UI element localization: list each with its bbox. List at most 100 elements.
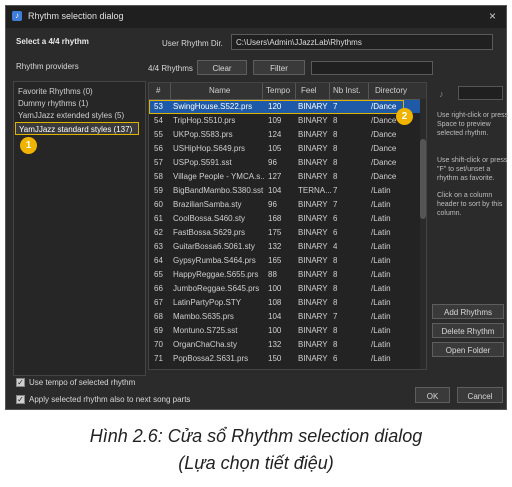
table-row[interactable]: 66 JumboReggae.S645.prs 100 BINARY 8/Latin <box>149 282 421 295</box>
table-cell: BINARY <box>298 200 328 209</box>
table-cell: 61 <box>154 214 163 223</box>
table-row[interactable]: 58 Village People - YMCA.s... 127 BINARY 8/D… <box>149 170 421 183</box>
column-header-directory[interactable]: Directory <box>375 86 407 95</box>
table-cell: 175 <box>268 228 282 237</box>
table-cell: /Latin <box>371 340 391 349</box>
table-cell: UKPop.S583.prs <box>173 130 233 139</box>
provider-item-selected[interactable]: YamJJazz standard styles (137) <box>15 122 139 135</box>
table-row[interactable]: 59 BigBandMambo.S380.sst 104 TERNA... 7/Lati… <box>149 184 421 197</box>
cancel-button[interactable]: Cancel <box>457 387 503 403</box>
providers-label: Rhythm providers <box>16 62 79 71</box>
table-cell: 8 <box>333 172 338 181</box>
table-cell: PopBossa2.S631.prs <box>173 354 249 363</box>
table-cell: /Latin <box>371 228 391 237</box>
table-row[interactable]: 57 USPop.S591.sst 96 BINARY 8/Dance <box>149 156 421 169</box>
table-cell: 8 <box>333 326 338 335</box>
table-row[interactable]: 63 GuitarBossa6.S061.sty 132 BINARY 4/Latin <box>149 240 421 253</box>
column-header-name[interactable]: Name <box>209 86 230 95</box>
rhythm-count-label: 4/4 Rhythms <box>148 64 193 73</box>
provider-item[interactable]: Favorite Rhythms (0) <box>18 87 93 96</box>
table-row-selected[interactable]: 53 SwingHouse.S522.prs 120 BINARY 7/Dance <box>149 100 421 114</box>
table-cell: BINARY <box>298 298 328 307</box>
table-row[interactable]: 64 GypsyRumba.S464.prs 165 BINARY 8/Latin <box>149 254 421 267</box>
table-cell: TripHop.S510.prs <box>173 116 236 125</box>
provider-item[interactable]: YamJJazz extended styles (5) <box>18 111 124 120</box>
table-cell: 53 <box>154 102 163 111</box>
column-header-tempo[interactable]: Tempo <box>266 86 290 95</box>
table-row[interactable]: 54 TripHop.S510.prs 109 BINARY 8/Dance <box>149 114 421 127</box>
table-cell: 7 <box>333 186 338 195</box>
table-cell: /Latin <box>371 312 391 321</box>
table-cell: 6 <box>333 354 338 363</box>
column-header-number[interactable]: # <box>156 86 160 95</box>
table-cell: /Dance <box>371 144 397 153</box>
open-folder-button[interactable]: Open Folder <box>432 342 504 357</box>
table-cell: USHipHop.S649.prs <box>173 144 246 153</box>
provider-item[interactable]: Dummy rhythms (1) <box>18 99 88 108</box>
annotation-badge-2: 2 <box>396 108 413 125</box>
table-cell: 65 <box>154 270 163 279</box>
table-cell: 8 <box>333 116 338 125</box>
table-row[interactable]: 56 USHipHop.S649.prs 105 BINARY 8/Dance <box>149 142 421 155</box>
table-row[interactable]: 68 Mambo.S635.prs 104 BINARY 7/Latin <box>149 310 421 323</box>
table-row[interactable]: 60 BrazilianSamba.sty 96 BINARY 7/Latin <box>149 198 421 211</box>
filter-input[interactable] <box>311 61 433 75</box>
table-cell: 100 <box>268 326 282 335</box>
table-cell: 62 <box>154 228 163 237</box>
table-row[interactable]: 67 LatinPartyPop.STY 108 BINARY 8/Latin <box>149 296 421 309</box>
table-cell: 57 <box>154 158 163 167</box>
table-cell: BINARY <box>298 256 328 265</box>
table-cell: 59 <box>154 186 163 195</box>
table-cell: BINARY <box>298 214 328 223</box>
table-row[interactable]: 61 CoolBossa.S460.sty 168 BINARY 6/Latin <box>149 212 421 225</box>
table-cell: BINARY <box>298 242 328 251</box>
table-cell: LatinPartyPop.STY <box>173 298 242 307</box>
table-row[interactable]: 62 FastBossa.S629.prs 175 BINARY 6/Latin <box>149 226 421 239</box>
user-dir-field[interactable]: C:\Users\Admin\JJazzLab\Rhythms <box>231 34 493 50</box>
ok-button[interactable]: OK <box>415 387 450 403</box>
column-header-feel[interactable]: Feel <box>301 86 317 95</box>
table-cell: GypsyRumba.S464.prs <box>173 256 256 265</box>
apply-next-parts-checkbox[interactable]: ✓ <box>16 395 25 404</box>
table-cell: BINARY <box>298 116 328 125</box>
help-text-favorite: Use shift-click or press "F" to set/unse… <box>437 157 508 182</box>
table-cell: 109 <box>268 116 282 125</box>
table-cell: 120 <box>268 102 282 111</box>
table-cell: /Latin <box>371 256 391 265</box>
user-dir-label: User Rhythm Dir. <box>162 39 223 48</box>
add-rhythms-button[interactable]: Add Rhythms <box>432 304 504 319</box>
table-cell: FastBossa.S629.prs <box>173 228 246 237</box>
providers-list: Favorite Rhythms (0) Dummy rhythms (1) Y… <box>13 81 146 376</box>
table-cell: Village People - YMCA.s... <box>173 172 265 181</box>
table-cell: /Latin <box>371 200 391 209</box>
table-cell: 69 <box>154 326 163 335</box>
table-scrollbar[interactable] <box>420 99 426 369</box>
close-icon[interactable]: × <box>489 9 496 23</box>
delete-rhythm-button[interactable]: Delete Rhythm <box>432 323 504 338</box>
clear-button[interactable]: Clear <box>197 60 247 75</box>
filter-button[interactable]: Filter <box>253 60 305 75</box>
app-icon: ♪ <box>12 11 22 21</box>
table-row[interactable]: 65 HappyReggae.S655.prs 88 BINARY 8/Latin <box>149 268 421 281</box>
table-cell: 6 <box>333 228 338 237</box>
table-cell: 64 <box>154 256 163 265</box>
table-row[interactable]: 55 UKPop.S583.prs 124 BINARY 8/Dance <box>149 128 421 141</box>
table-cell: BINARY <box>298 172 328 181</box>
table-cell: TERNA... <box>298 186 332 195</box>
table-cell: 132 <box>268 242 282 251</box>
table-row[interactable]: 71 PopBossa2.S631.prs 150 BINARY 6/Latin <box>149 352 421 365</box>
table-cell: 127 <box>268 172 282 181</box>
figure-caption-subtitle: (Lựa chọn tiết điệu) <box>178 453 334 473</box>
scrollbar-thumb[interactable] <box>420 139 426 219</box>
table-cell: 67 <box>154 298 163 307</box>
volume-field[interactable] <box>458 86 503 100</box>
column-header-nb-inst[interactable]: Nb Inst. <box>333 86 361 95</box>
table-cell: /Latin <box>371 326 391 335</box>
speaker-icon[interactable]: ♪ <box>439 89 444 99</box>
table-cell: /Latin <box>371 242 391 251</box>
table-row[interactable]: 69 Montuno.S725.sst 100 BINARY 8/Latin <box>149 324 421 337</box>
table-cell: SwingHouse.S522.prs <box>173 102 253 111</box>
table-row[interactable]: 70 OrganChaCha.sty 132 BINARY 8/Latin <box>149 338 421 351</box>
use-tempo-checkbox[interactable]: ✓ <box>16 378 25 387</box>
table-cell: 7 <box>333 200 338 209</box>
